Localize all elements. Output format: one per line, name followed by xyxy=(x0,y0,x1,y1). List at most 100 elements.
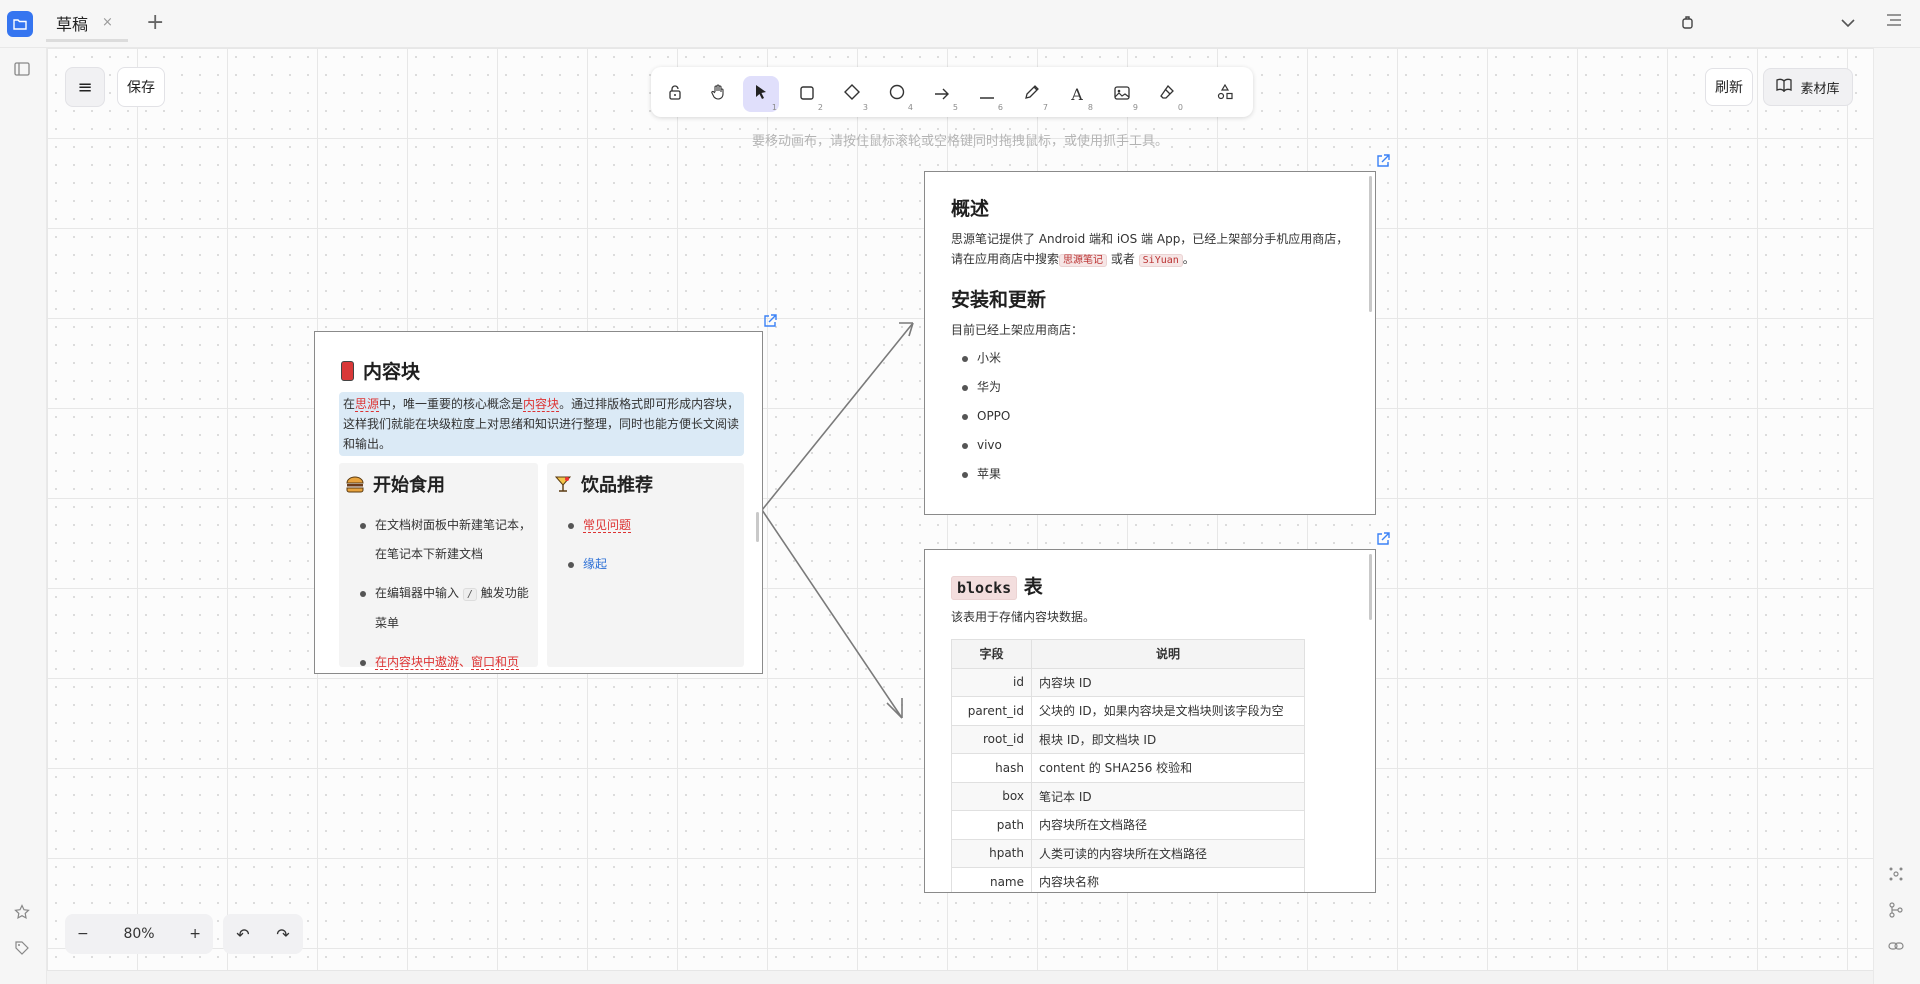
history-controls: ↶ ↷ xyxy=(223,914,303,954)
tab-label: 草稿 xyxy=(56,14,89,34)
overview-paragraph: 思源笔记提供了 Android 端和 iOS 端 App，已经上架部分手机应用商… xyxy=(951,229,1351,271)
table-row: hpath 人类可读的内容块所在文档路径 xyxy=(951,838,1305,868)
zoom-level[interactable]: 80% xyxy=(123,926,154,942)
whiteboard-canvas[interactable]: ≡ 保存 刷新 素材库 1 2 3 4 5 6 7 A 8 9 0 要移动画布，… xyxy=(47,48,1873,970)
outline-menu-icon[interactable] xyxy=(1886,12,1902,31)
left-dock xyxy=(0,48,47,984)
intro-text: 在 xyxy=(343,397,356,411)
sidebar-toggle-icon[interactable] xyxy=(14,62,30,80)
card-title: 内容块 xyxy=(341,357,420,384)
slash-code: / xyxy=(462,588,477,601)
intro-text: 中，唯一重要的核心概念是 xyxy=(379,397,524,411)
list-item: vivo xyxy=(947,431,1351,460)
desc-cell: 内容块所在文档路径 xyxy=(1031,810,1305,840)
scrollbar[interactable] xyxy=(756,512,759,542)
drinks-list: 常见问题 缘起 xyxy=(553,511,739,589)
hamburger-icon xyxy=(345,475,365,493)
open-external-icon[interactable] xyxy=(1376,154,1390,172)
block-navigation-link[interactable]: 在内容块中遨游 xyxy=(375,655,460,670)
origin-link[interactable]: 缘起 xyxy=(583,557,607,571)
blocks-suffix: 表 xyxy=(1017,576,1043,598)
list-item: 在编辑器中输入 / 触发功能菜单 xyxy=(345,579,531,648)
red-block-icon xyxy=(341,360,354,381)
list-item: OPPO xyxy=(947,402,1351,431)
blocks-code: blocks xyxy=(951,576,1018,600)
zoom-out-button[interactable]: − xyxy=(77,926,89,942)
zoom-in-button[interactable]: + xyxy=(189,926,201,942)
embed-card-mobile[interactable]: 概述 思源笔记提供了 Android 端和 iOS 端 App，已经上架部分手机… xyxy=(924,171,1376,515)
getting-started-box: 开始食用 在文档树面板中新建笔记本，在笔记本下新建文档 在编辑器中输入 / 触发… xyxy=(339,463,538,673)
table-header-row: 字段 说明 xyxy=(951,639,1305,669)
desc-cell: 内容块名称 xyxy=(1031,867,1305,892)
install-paragraph: 目前已经上架应用商店： xyxy=(951,323,1084,337)
field-cell: hash xyxy=(951,753,1032,783)
list-item: 苹果 xyxy=(947,460,1351,489)
embed-card-blocks-table[interactable]: blocks 表 该表用于存储内容块数据。 字段 说明 id 内容块 ID par… xyxy=(924,549,1376,893)
install-heading: 安装和更新 xyxy=(951,289,1047,311)
faq-link-item[interactable]: 常见问题 xyxy=(553,511,739,550)
tab-close-icon[interactable]: × xyxy=(102,15,113,30)
field-cell: root_id xyxy=(951,724,1032,754)
new-tab-button[interactable]: + xyxy=(146,12,164,34)
drinks-title: 饮品推荐 xyxy=(553,471,653,497)
list-item: 在文档树面板中新建笔记本，在笔记本下新建文档 xyxy=(345,511,531,579)
list-item: 在内容块中遨游、窗口和页签 xyxy=(345,648,531,673)
origin-link-item[interactable]: 缘起 xyxy=(553,550,739,589)
list-item: 华为 xyxy=(947,373,1351,402)
folder-icon[interactable] xyxy=(7,11,33,37)
desc-cell: 内容块 ID xyxy=(1031,667,1305,697)
table-row: hash content 的 SHA256 校验和 xyxy=(951,753,1305,783)
column-header: 字段 xyxy=(951,639,1032,669)
tag-icon[interactable] xyxy=(14,940,30,960)
field-cell: box xyxy=(951,781,1032,811)
plugin-icon[interactable] xyxy=(1680,14,1696,34)
table-row: path 内容块所在文档路径 xyxy=(951,810,1305,840)
code-siyuan-en: SiYuan xyxy=(1138,254,1183,267)
list-text: 在编辑器中输入 xyxy=(375,586,460,600)
scrollbar[interactable] xyxy=(1369,176,1372,312)
store-list: 小米 华为 OPPO vivo 苹果 xyxy=(947,344,1351,489)
undo-button[interactable]: ↶ xyxy=(236,925,249,944)
embed-card-content-block[interactable]: 内容块 在思源中，唯一重要的核心概念是内容块。通过排版格式即可形成内容块，这样我… xyxy=(314,331,763,674)
chevron-down-icon[interactable] xyxy=(1840,14,1856,32)
table-row: box 笔记本 ID xyxy=(951,781,1305,811)
field-cell: hpath xyxy=(951,838,1032,868)
overview-text: 。 xyxy=(1182,252,1195,266)
card-title-text: 内容块 xyxy=(363,361,421,383)
star-icon[interactable] xyxy=(14,904,30,924)
field-cell: id xyxy=(951,667,1032,697)
table-row: id 内容块 ID xyxy=(951,667,1305,697)
siyuan-link[interactable]: 思源 xyxy=(355,397,380,412)
faq-link[interactable]: 常见问题 xyxy=(583,518,632,533)
arrow-to-card3[interactable] xyxy=(761,509,903,719)
desc-cell: 笔记本 ID xyxy=(1031,781,1305,811)
right-dock xyxy=(1873,48,1920,984)
graph-icon[interactable] xyxy=(1888,866,1904,886)
list-item: 小米 xyxy=(947,344,1351,373)
content-block-link[interactable]: 内容块 xyxy=(523,397,560,412)
scrollbar[interactable] xyxy=(1369,554,1372,620)
zoom-controls: − 80% + xyxy=(65,914,213,954)
desc-cell: 人类可读的内容块所在文档路径 xyxy=(1031,838,1305,868)
git-branch-icon[interactable] xyxy=(1888,902,1904,922)
tab-draft[interactable]: 草稿 × xyxy=(46,6,128,42)
tab-bar: 草稿 × + xyxy=(0,0,1920,48)
field-cell: name xyxy=(951,867,1032,892)
open-external-icon[interactable] xyxy=(1376,532,1390,550)
desc-cell: 根块 ID，即文档块 ID xyxy=(1031,724,1305,754)
redo-button[interactable]: ↷ xyxy=(276,925,289,944)
drinks-label: 饮品推荐 xyxy=(581,475,653,496)
open-external-icon[interactable] xyxy=(763,314,777,332)
getting-started-title: 开始食用 xyxy=(345,471,445,497)
blocks-heading: blocks 表 xyxy=(951,572,1351,600)
field-cell: parent_id xyxy=(951,696,1032,726)
table-description: 该表用于存储内容块数据。 xyxy=(951,610,1096,624)
getting-started-list: 在文档树面板中新建笔记本，在笔记本下新建文档 在编辑器中输入 / 触发功能菜单 … xyxy=(345,511,531,673)
column-header: 说明 xyxy=(1031,639,1305,669)
link-icon[interactable] xyxy=(1888,938,1904,958)
arrow-to-card2[interactable] xyxy=(761,322,914,511)
field-cell: path xyxy=(951,810,1032,840)
getting-started-label: 开始食用 xyxy=(373,475,445,496)
code-siyuan-cn: 思源笔记 xyxy=(1059,254,1108,267)
separator: 、 xyxy=(459,655,472,669)
